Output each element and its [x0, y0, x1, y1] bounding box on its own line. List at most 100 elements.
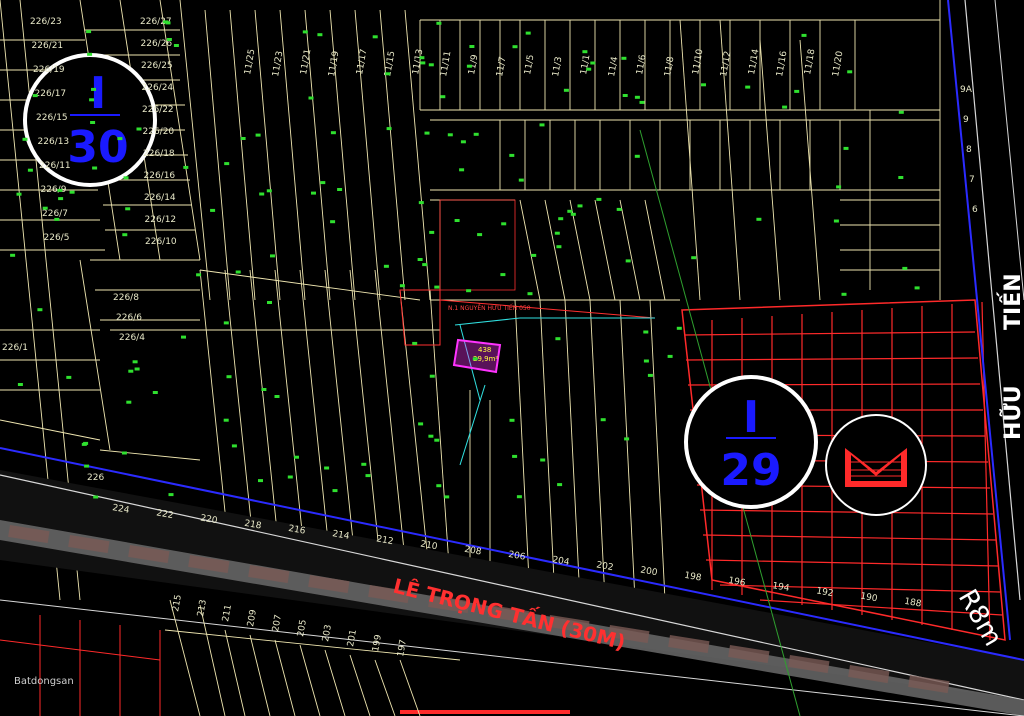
survey-point — [782, 105, 788, 109]
survey-point — [428, 434, 434, 438]
survey-point — [385, 72, 391, 76]
survey-point — [123, 176, 129, 180]
survey-point — [634, 154, 640, 158]
survey-point — [518, 178, 524, 182]
survey-point — [527, 292, 533, 296]
survey-point — [10, 253, 16, 257]
survey-point — [420, 61, 426, 65]
survey-point — [843, 146, 849, 150]
survey-point — [417, 258, 423, 261]
survey-point — [586, 67, 592, 71]
survey-point — [466, 64, 472, 68]
survey-point — [92, 166, 98, 170]
nguyen-huu-tien-label: TIẾN — [997, 273, 1024, 330]
survey-point — [259, 192, 265, 196]
lot-label: 226/21 — [32, 41, 64, 51]
survey-point — [459, 168, 465, 172]
survey-point — [701, 83, 706, 87]
survey-point — [122, 233, 128, 237]
lot-label: 226/9 — [41, 185, 67, 195]
survey-point — [434, 438, 440, 442]
survey-point — [320, 181, 326, 185]
survey-point — [69, 190, 75, 194]
survey-point — [466, 289, 472, 293]
survey-point — [54, 217, 60, 221]
survey-point — [152, 391, 158, 394]
survey-point — [419, 56, 425, 60]
survey-point — [57, 188, 63, 192]
survey-point — [136, 127, 142, 131]
survey-point — [89, 98, 95, 102]
survey-point — [16, 192, 22, 196]
survey-point — [84, 464, 90, 468]
survey-point — [643, 330, 649, 334]
survey-point — [691, 256, 697, 260]
survey-point — [324, 466, 330, 470]
survey-point — [424, 131, 430, 135]
survey-point — [501, 222, 507, 226]
survey-point — [294, 455, 299, 459]
survey-point — [509, 153, 515, 157]
survey-point — [183, 165, 189, 169]
survey-point — [622, 94, 628, 97]
survey-point — [196, 273, 202, 277]
survey-point — [596, 197, 602, 201]
survey-point — [267, 301, 272, 304]
survey-point — [667, 354, 673, 358]
lot-label: 6 — [972, 205, 978, 215]
survey-point — [570, 212, 576, 216]
survey-point — [555, 337, 561, 341]
road-note: N.1 NGUYỄN HỮU TIẾN 050 — [448, 304, 531, 312]
survey-point — [125, 207, 131, 211]
survey-point — [223, 418, 229, 422]
survey-point — [132, 360, 138, 364]
survey-point — [86, 30, 92, 34]
survey-point — [616, 207, 622, 211]
survey-point — [91, 87, 96, 91]
survey-point — [567, 209, 573, 213]
survey-point — [745, 85, 751, 89]
survey-point — [557, 483, 563, 487]
survey-point — [165, 21, 171, 25]
survey-point — [42, 206, 48, 210]
survey-point — [512, 45, 518, 49]
survey-point — [386, 127, 392, 131]
survey-point — [440, 95, 446, 99]
survey-point — [914, 286, 920, 290]
lot-label: 226/22 — [142, 105, 174, 115]
survey-point — [582, 50, 588, 54]
survey-point — [621, 56, 627, 60]
lot-label: 226 — [87, 473, 104, 483]
survey-point — [261, 388, 267, 391]
survey-point — [93, 495, 99, 499]
survey-point — [531, 253, 537, 257]
survey-point — [460, 140, 466, 144]
survey-point — [270, 254, 275, 258]
survey-point — [540, 458, 546, 462]
survey-point — [554, 231, 560, 235]
survey-point — [469, 45, 475, 48]
survey-point — [422, 263, 428, 267]
survey-point — [473, 132, 479, 136]
survey-point — [128, 369, 134, 373]
lot-label: 226/8 — [113, 293, 139, 303]
watermark: Batdongsan — [14, 676, 74, 687]
survey-point — [231, 444, 237, 448]
survey-point — [556, 245, 562, 249]
survey-point — [418, 422, 424, 426]
survey-point — [27, 168, 33, 172]
survey-point — [647, 373, 653, 377]
survey-point — [255, 133, 261, 137]
survey-point — [90, 121, 96, 124]
survey-point — [330, 220, 336, 224]
survey-point — [226, 375, 232, 379]
lot-label: 226/4 — [119, 333, 145, 343]
survey-point — [383, 264, 389, 268]
survey-point — [32, 94, 38, 98]
survey-point — [639, 100, 645, 104]
lot-label: 226/7 — [42, 209, 68, 219]
zone-29-badge: I 29 — [684, 375, 818, 509]
lot-label: 226/17 — [35, 89, 67, 99]
nguyen-huu-tien-label-2: HỮU — [1000, 385, 1024, 440]
lot-label: 226/15 — [36, 113, 68, 123]
